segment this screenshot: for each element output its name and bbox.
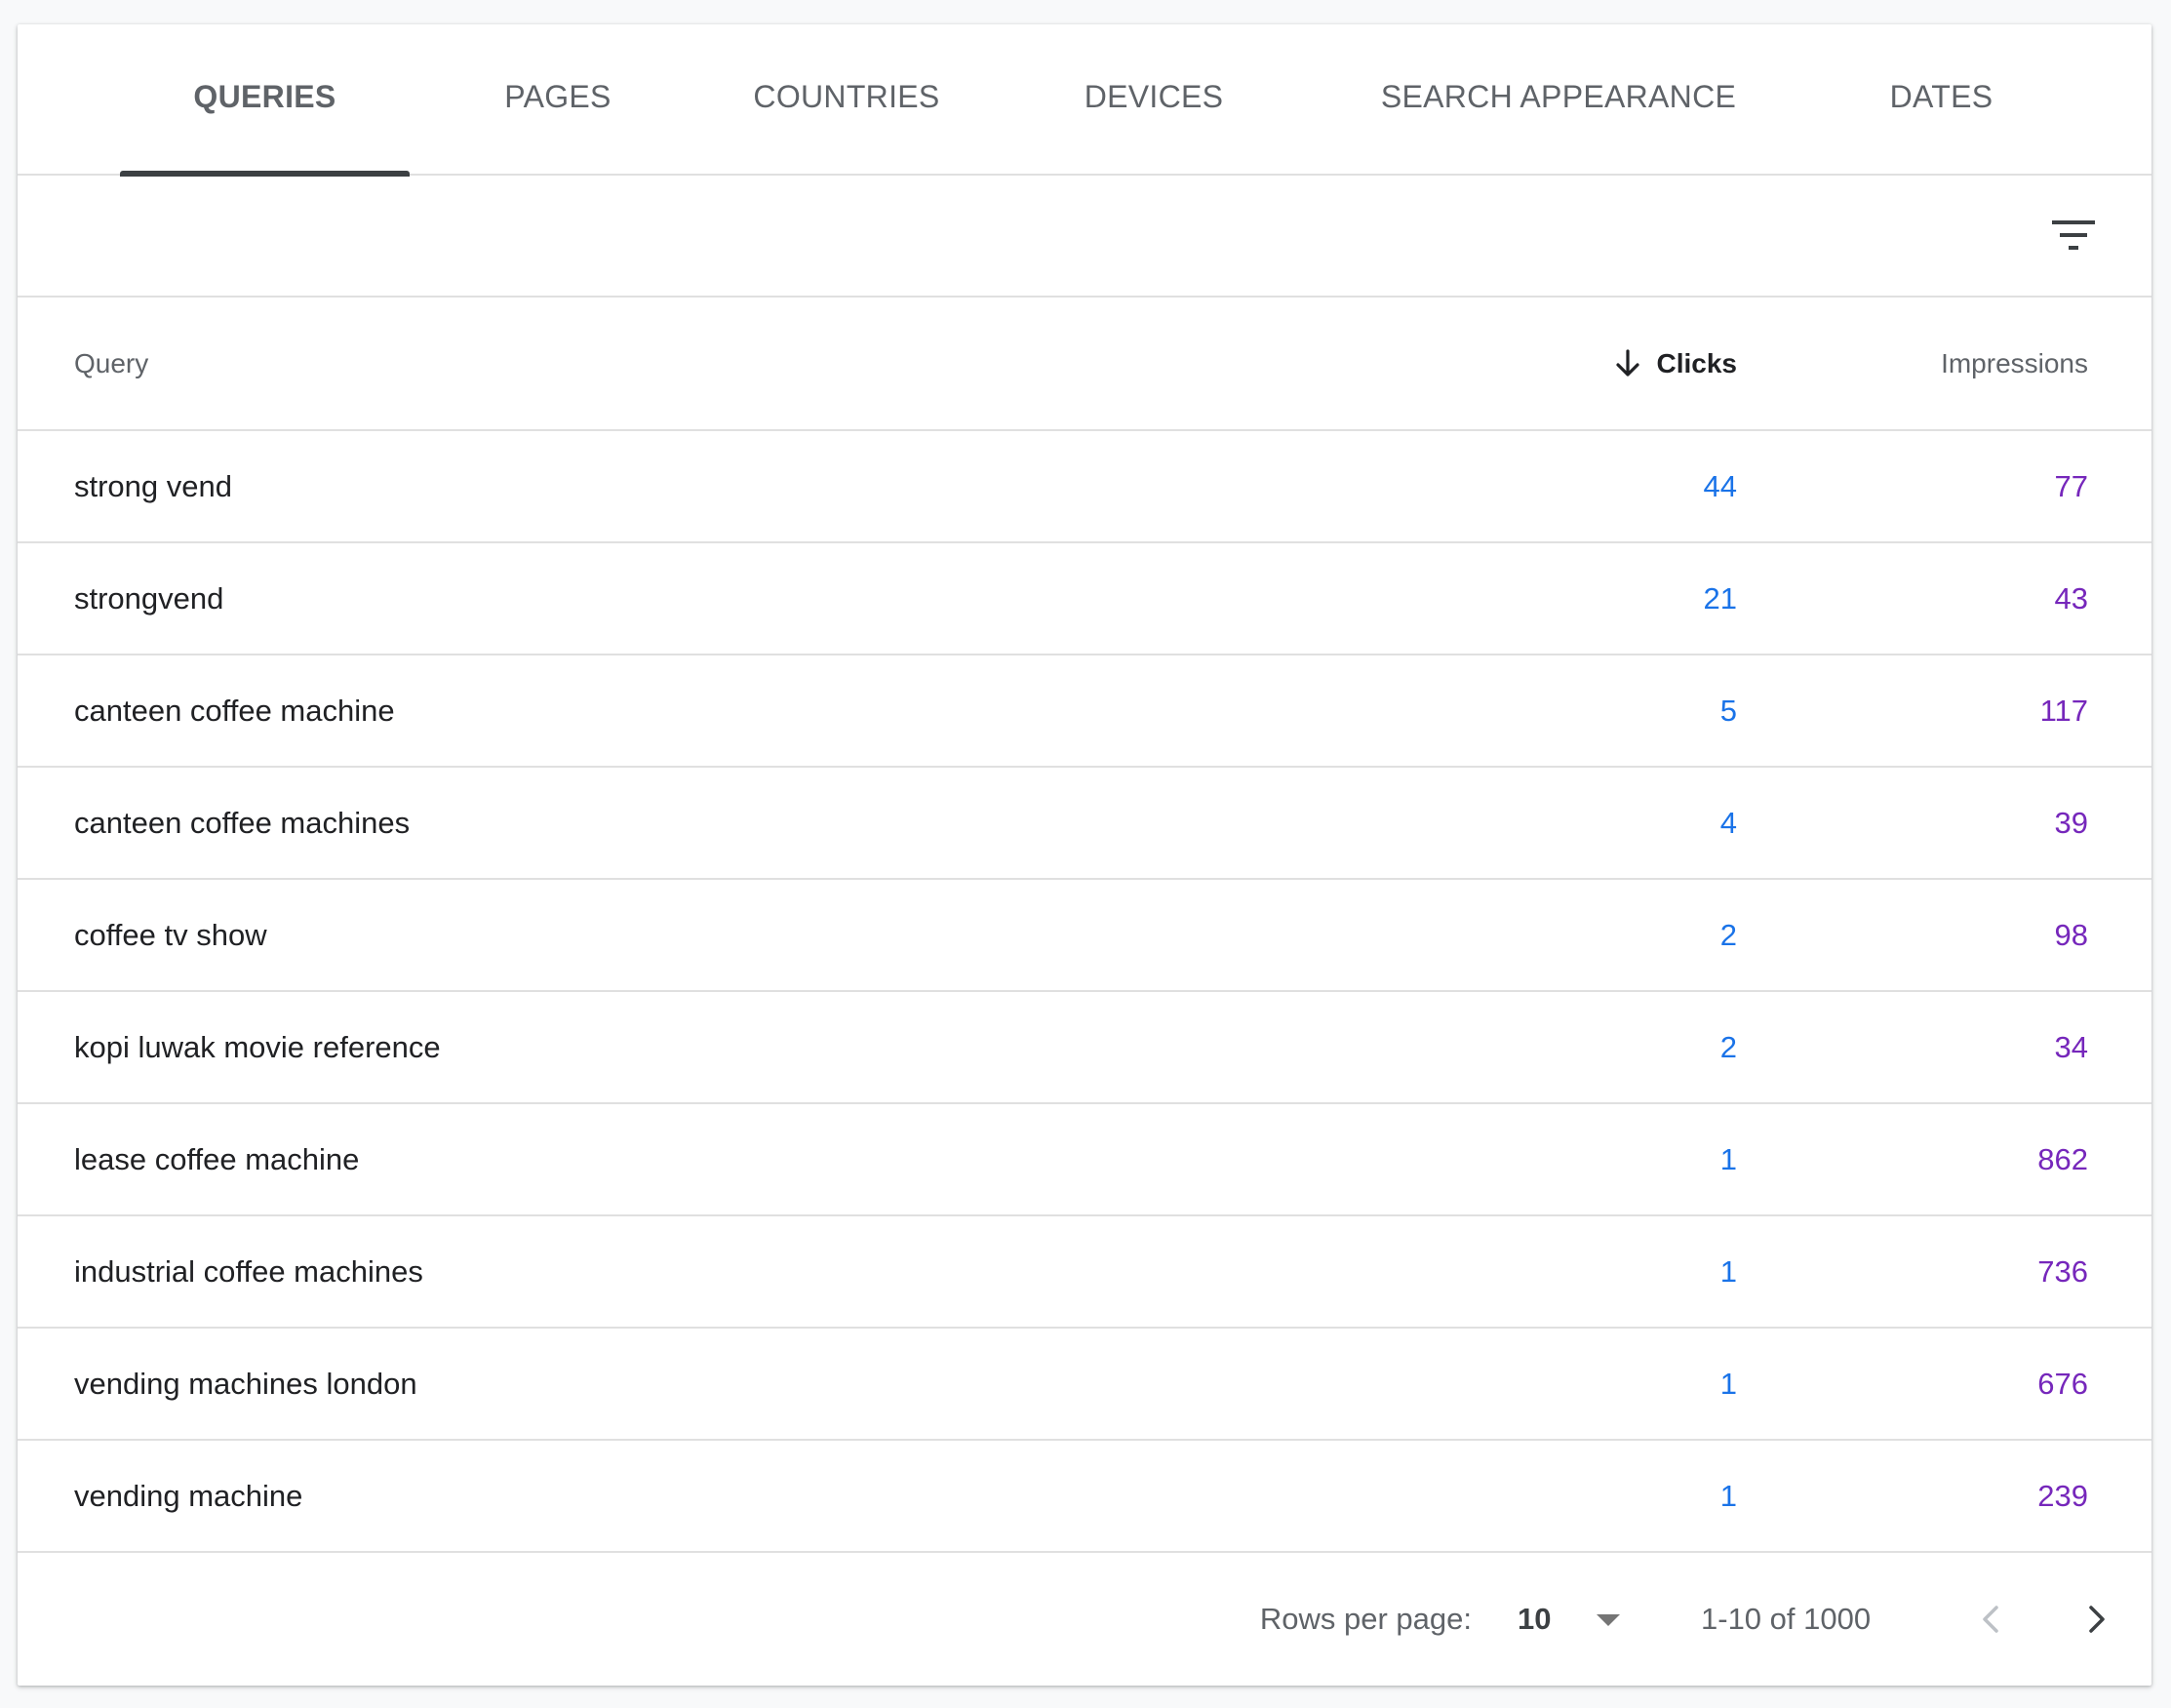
clicks-cell: 1	[1719, 1366, 1737, 1401]
rows-per-page-select[interactable]: 10	[1518, 1602, 1623, 1637]
table-row[interactable]: strong vend 44 77	[18, 431, 2151, 543]
query-cell: industrial coffee machines	[74, 1253, 423, 1289]
tab-search-appearance[interactable]: SEARCH APPEARANCE	[1359, 24, 1758, 176]
impressions-cell: 39	[2054, 805, 2088, 840]
query-cell: canteen coffee machines	[74, 805, 411, 840]
query-cell: coffee tv show	[74, 917, 267, 952]
query-cell: lease coffee machine	[74, 1141, 360, 1176]
dropdown-arrow-icon	[1597, 1614, 1621, 1626]
impressions-cell: 34	[2054, 1029, 2088, 1064]
pagination-range: 1-10 of 1000	[1701, 1602, 1872, 1636]
next-page-button[interactable]	[2072, 1596, 2119, 1643]
table-header: Query Clicks Impressions	[18, 298, 2151, 431]
clicks-cell: 5	[1719, 693, 1737, 728]
chevron-right-icon	[2089, 1606, 2105, 1633]
pagination-bar: Rows per page: 10 1-10 of 1000	[18, 1553, 2151, 1686]
table-row[interactable]: lease coffee machine 1 862	[18, 1104, 2151, 1216]
clicks-cell: 4	[1719, 805, 1737, 840]
tab-countries[interactable]: COUNTRIES	[720, 24, 973, 176]
table-row[interactable]: canteen coffee machines 4 39	[18, 768, 2151, 880]
chevron-left-icon	[1983, 1606, 1998, 1633]
column-header-query[interactable]: Query	[74, 348, 148, 379]
impressions-cell: 117	[2039, 693, 2088, 728]
query-cell: strongvend	[74, 580, 224, 616]
table-row[interactable]: kopi luwak movie reference 2 34	[18, 992, 2151, 1104]
tab-pages[interactable]: PAGES	[456, 24, 659, 176]
filter-list-icon[interactable]	[2050, 212, 2097, 258]
clicks-cell: 2	[1719, 1029, 1737, 1064]
table-row[interactable]: industrial coffee machines 1 736	[18, 1216, 2151, 1329]
dimension-tabs: QUERIES PAGES COUNTRIES DEVICES SEARCH A…	[18, 24, 2151, 177]
table-row[interactable]: coffee tv show 2 98	[18, 880, 2151, 992]
table-row[interactable]: vending machines london 1 676	[18, 1329, 2151, 1441]
column-header-clicks-label: Clicks	[1656, 347, 1738, 378]
clicks-cell: 2	[1719, 917, 1737, 952]
query-cell: vending machine	[74, 1478, 303, 1513]
clicks-cell: 1	[1719, 1478, 1737, 1513]
clicks-cell: 1	[1719, 1253, 1737, 1289]
tab-queries[interactable]: QUERIES	[120, 24, 410, 177]
filter-bar	[18, 176, 2151, 298]
clicks-cell: 1	[1719, 1141, 1737, 1176]
table-row[interactable]: vending machine 1 239	[18, 1441, 2151, 1553]
tab-devices[interactable]: DEVICES	[1032, 24, 1276, 176]
impressions-cell: 77	[2054, 468, 2088, 503]
rows-per-page-label: Rows per page:	[1259, 1602, 1472, 1636]
query-cell: vending machines london	[74, 1366, 417, 1401]
impressions-cell: 676	[2037, 1366, 2088, 1401]
query-cell: strong vend	[74, 468, 232, 503]
clicks-cell: 21	[1703, 580, 1737, 616]
rows-per-page-value: 10	[1518, 1602, 1552, 1636]
table-row[interactable]: canteen coffee machine 5 117	[18, 655, 2151, 768]
table-body: strong vend 44 77 strongvend 21 43 cante…	[18, 431, 2151, 1553]
column-header-clicks[interactable]: Clicks	[1610, 346, 1738, 381]
impressions-cell: 862	[2037, 1141, 2088, 1176]
column-header-impressions[interactable]: Impressions	[1941, 348, 2088, 379]
performance-table-card: QUERIES PAGES COUNTRIES DEVICES SEARCH A…	[18, 24, 2151, 1686]
clicks-cell: 44	[1703, 468, 1737, 503]
table-row[interactable]: strongvend 21 43	[18, 543, 2151, 655]
impressions-cell: 43	[2054, 580, 2088, 616]
query-cell: canteen coffee machine	[74, 693, 395, 728]
query-cell: kopi luwak movie reference	[74, 1029, 441, 1064]
tab-dates[interactable]: DATES	[1856, 24, 2027, 176]
previous-page-button[interactable]	[1968, 1596, 2015, 1643]
arrow-down-icon	[1615, 348, 1639, 377]
impressions-cell: 736	[2037, 1253, 2088, 1289]
impressions-cell: 239	[2037, 1478, 2088, 1513]
impressions-cell: 98	[2054, 917, 2088, 952]
